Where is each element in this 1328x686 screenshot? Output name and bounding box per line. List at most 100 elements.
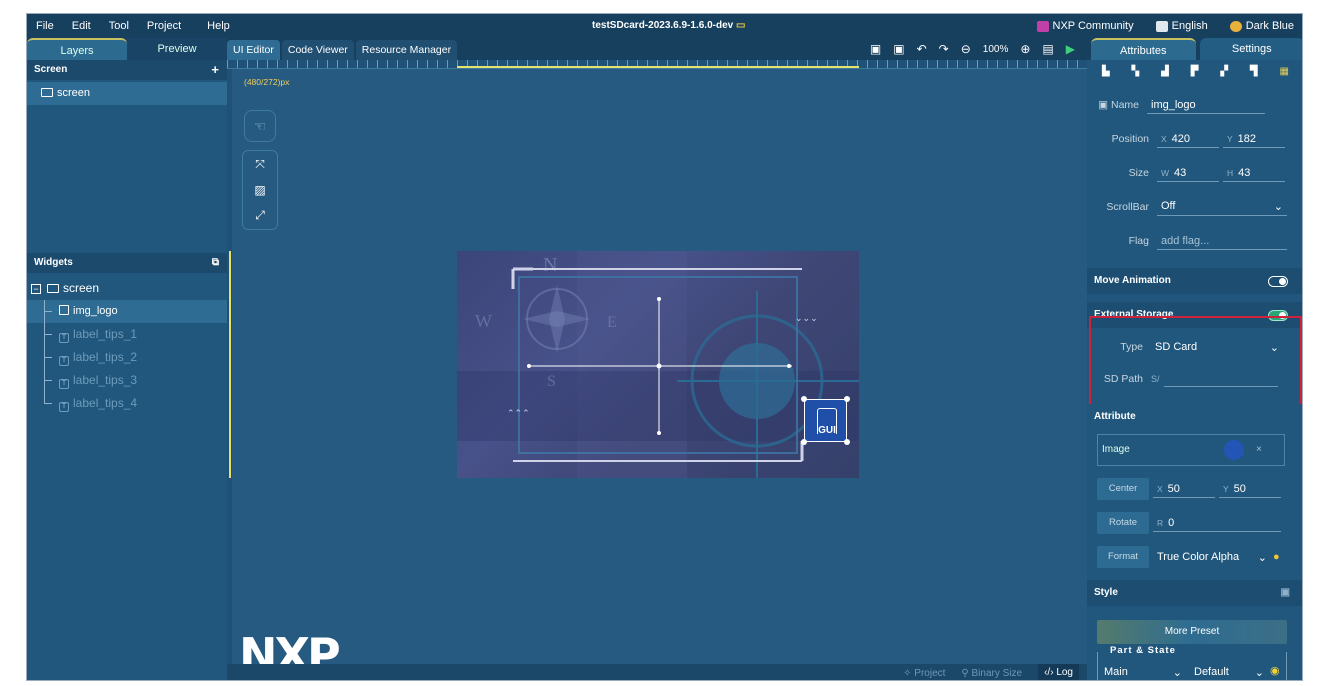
tab-ui-editor[interactable]: UI Editor — [227, 40, 280, 60]
theme-label: Dark Blue — [1245, 20, 1294, 32]
menu-file[interactable]: File — [27, 20, 63, 32]
svg-text:S: S — [547, 373, 556, 390]
widget-label-tips-1[interactable]: Tlabel_tips_1 — [27, 323, 227, 346]
export-icon[interactable]: ▤ — [1042, 42, 1053, 56]
clear-image-icon[interactable]: × — [1256, 435, 1262, 465]
canvas-dimension: (480/272)px — [244, 77, 290, 87]
style-header: Style ▣ — [1087, 580, 1302, 606]
size-h-field[interactable]: H 43 — [1223, 165, 1285, 182]
tab-layers[interactable]: Layers — [27, 38, 127, 60]
grid-icon[interactable]: ▦ — [1280, 66, 1289, 77]
fit-screen-icon[interactable]: ⤧ — [255, 157, 265, 172]
format-select[interactable]: True Color Alpha ⌄ — [1153, 549, 1271, 566]
size-w-field[interactable]: W 43 — [1157, 165, 1219, 182]
flag-input[interactable]: add flag... — [1157, 233, 1287, 250]
chevron-down-icon: ⌄ — [1172, 667, 1182, 679]
pos-x-field[interactable]: X 420 — [1157, 131, 1219, 148]
tab-preview[interactable]: Preview — [127, 38, 227, 60]
tab-code-viewer[interactable]: Code Viewer — [281, 40, 354, 60]
menu-project[interactable]: Project — [138, 20, 190, 32]
widget-tree-root[interactable]: − screen — [27, 277, 227, 300]
rotate-button[interactable]: Rotate — [1097, 512, 1149, 534]
collapse-icon[interactable]: − — [31, 284, 41, 294]
tree-branch — [44, 380, 52, 381]
tab-settings[interactable]: Settings — [1199, 38, 1302, 60]
status-binary-size[interactable]: ⚲ Binary Size — [961, 668, 1022, 679]
image-field[interactable]: Image × — [1097, 434, 1285, 466]
size-w-value: 43 — [1174, 166, 1187, 179]
language-select[interactable]: English — [1155, 20, 1208, 32]
scrollbar-select[interactable]: Off ⌄ — [1157, 198, 1287, 216]
resize-handle[interactable] — [801, 439, 807, 445]
tag-icon: ▣ — [1098, 99, 1109, 111]
size-w-prefix: W — [1161, 167, 1170, 178]
center-y-field[interactable]: Y 50 — [1219, 481, 1281, 498]
center-button[interactable]: Center — [1097, 478, 1149, 500]
size-label: Size — [1128, 167, 1149, 179]
screen-list-item[interactable]: screen — [27, 82, 227, 105]
widget-label: img_logo — [73, 305, 118, 317]
resize-handle[interactable] — [844, 396, 850, 402]
design-canvas[interactable]: (480/272)px ☜ ⤧ ▨ ⤢ N W E S ⌄⌄⌄ ⌃⌃⌃ GUI … — [227, 60, 1087, 680]
popout-icon[interactable]: ⧉ — [212, 253, 219, 273]
selected-image-widget[interactable]: GUI — [801, 396, 850, 445]
align-center-icon[interactable]: ▚ — [1132, 66, 1140, 77]
add-screen-button[interactable]: + — [211, 60, 219, 80]
resize-handle[interactable] — [844, 439, 850, 445]
move-animation-toggle[interactable] — [1268, 276, 1288, 287]
status-log-label: Log — [1056, 667, 1073, 678]
part-select[interactable]: Main ⌄ — [1104, 666, 1182, 679]
widget-img-logo[interactable]: img_logo — [27, 300, 227, 323]
expand-icon[interactable]: ⤢ — [255, 208, 265, 223]
more-preset-button[interactable]: More Preset — [1097, 620, 1287, 644]
align-left-icon[interactable]: ▙ — [1102, 66, 1110, 77]
menu-help[interactable]: Help — [198, 20, 239, 32]
align-bottom-icon[interactable]: ▜ — [1250, 66, 1258, 77]
widget-label-tips-4[interactable]: Tlabel_tips_4 — [27, 392, 227, 415]
screen-item-label: screen — [57, 87, 91, 99]
image-icon — [59, 305, 69, 315]
menu-tool[interactable]: Tool — [100, 20, 138, 32]
send-back-icon[interactable]: ▣ — [893, 42, 904, 56]
widget-label-tips-2[interactable]: Tlabel_tips_2 — [27, 346, 227, 369]
align-middle-icon[interactable]: ▞ — [1220, 66, 1228, 77]
rotate-prefix: R — [1157, 517, 1164, 528]
name-field[interactable]: img_logo — [1147, 97, 1265, 114]
center-y-prefix: Y — [1223, 483, 1229, 494]
tab-resource-manager[interactable]: Resource Manager — [355, 40, 458, 60]
undo-icon[interactable]: ↶ — [917, 42, 927, 56]
save-style-icon[interactable]: ▣ — [1281, 580, 1290, 606]
widget-label-tips-3[interactable]: Tlabel_tips_3 — [27, 369, 227, 392]
center-x-field[interactable]: X 50 — [1153, 481, 1215, 498]
state-select[interactable]: Default ⌄ — [1194, 666, 1264, 679]
tab-attributes[interactable]: Attributes — [1091, 38, 1196, 60]
redo-icon[interactable]: ↷ — [939, 42, 949, 56]
name-row: ▣ Name img_logo — [1087, 90, 1297, 120]
menu-edit[interactable]: Edit — [63, 20, 100, 32]
screen-preview[interactable]: N W E S ⌄⌄⌄ ⌃⌃⌃ GUI — [457, 251, 859, 478]
bring-front-icon[interactable]: ▣ — [870, 42, 881, 56]
status-log[interactable]: ‹/› Log — [1038, 664, 1079, 680]
screen-section-header: Screen + — [27, 60, 227, 80]
image-tool-icon[interactable]: ▨ — [254, 183, 265, 197]
community-link[interactable]: NXP Community — [1036, 20, 1134, 32]
toggle-knob — [1279, 278, 1286, 285]
align-top-icon[interactable]: ▛ — [1191, 66, 1199, 77]
menu-bar: File Edit Tool Project Help testSDcard-2… — [27, 14, 1302, 38]
theme-select[interactable]: Dark Blue — [1229, 20, 1294, 32]
eye-icon[interactable]: ◉ — [1270, 664, 1280, 677]
align-right-icon[interactable]: ▟ — [1161, 66, 1169, 77]
run-icon[interactable]: ▶ — [1066, 42, 1075, 56]
pos-y-field[interactable]: Y 182 — [1223, 131, 1285, 148]
format-button[interactable]: Format — [1097, 546, 1149, 568]
resize-handle[interactable] — [801, 396, 807, 402]
rotate-field[interactable]: R0 — [1153, 515, 1281, 532]
zoom-out-icon[interactable]: ⊖ — [961, 42, 971, 56]
status-binary-label: Binary Size — [971, 667, 1023, 679]
info-icon[interactable]: ● — [1273, 551, 1280, 563]
pan-hand-icon[interactable]: ☜ — [244, 110, 276, 142]
left-tabs: Layers Preview — [27, 38, 227, 60]
monitor-icon — [41, 88, 53, 97]
status-project[interactable]: ✧ Project — [903, 668, 945, 679]
zoom-in-icon[interactable]: ⊕ — [1020, 42, 1030, 56]
